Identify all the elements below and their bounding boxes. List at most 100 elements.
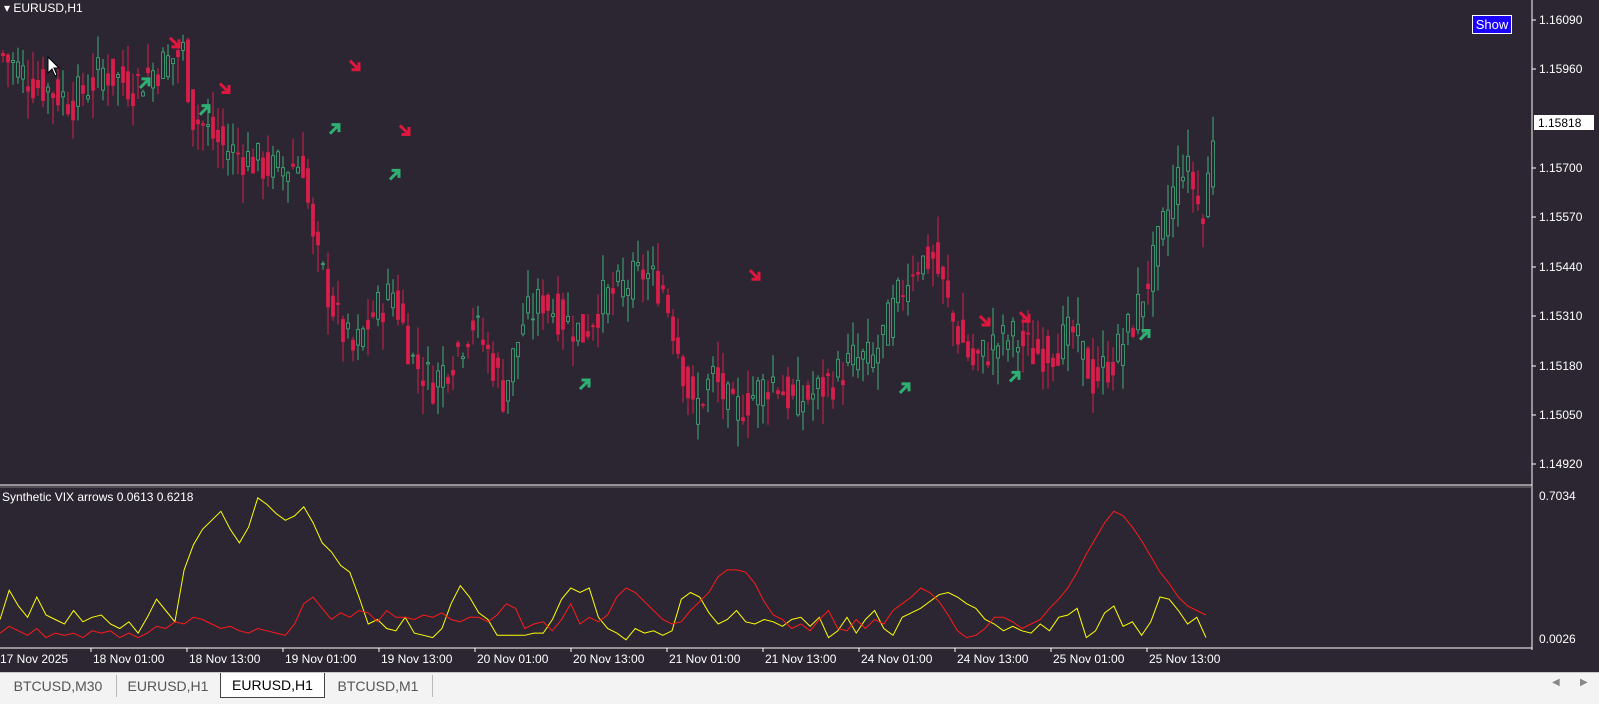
candle xyxy=(946,254,950,308)
price-tick-label: 1.14920 xyxy=(1539,457,1583,471)
candle xyxy=(926,234,930,274)
tab-btcusd-m1[interactable]: BTCUSD,M1 xyxy=(324,675,433,697)
candle-body xyxy=(756,380,760,406)
candle-body xyxy=(301,155,305,178)
candle-body xyxy=(371,312,375,317)
candle-body xyxy=(221,126,225,146)
candle-body xyxy=(986,361,990,366)
scroll-right-icon[interactable]: ▶ xyxy=(1580,677,1588,688)
candle-body xyxy=(461,356,465,360)
candle-body xyxy=(41,69,45,101)
candle-body xyxy=(1011,320,1015,337)
candle-body xyxy=(1061,324,1065,360)
candle-body xyxy=(11,60,15,63)
buy-arrow-icon xyxy=(198,104,211,116)
candle xyxy=(1006,334,1010,362)
time-tick-label: 20 Nov 13:00 xyxy=(573,652,645,666)
tab-eurusd-h1-active[interactable]: EURUSD,H1 xyxy=(220,673,325,698)
candle xyxy=(151,62,155,102)
time-tick-label: 19 Nov 01:00 xyxy=(285,652,357,666)
candle-body xyxy=(821,377,825,397)
candle xyxy=(496,352,500,389)
candle xyxy=(251,148,255,174)
candle-body xyxy=(901,295,905,297)
candle-body xyxy=(626,288,630,296)
candle-body xyxy=(646,273,650,280)
candle xyxy=(801,385,805,431)
candle-body xyxy=(1196,195,1200,205)
candle xyxy=(816,375,820,410)
candle xyxy=(101,58,105,101)
candle-body xyxy=(116,74,120,78)
candle-body xyxy=(151,70,155,89)
candle-body xyxy=(246,151,250,167)
candle xyxy=(966,334,970,362)
vix-red-line xyxy=(0,510,1207,639)
candle xyxy=(421,356,425,414)
candle-body xyxy=(716,367,720,383)
candle-body xyxy=(591,325,595,328)
candle-body xyxy=(906,285,910,302)
tab-eurusd-h1[interactable]: EURUSD,H1 xyxy=(116,675,221,697)
candle-body xyxy=(581,314,585,343)
symbol-title[interactable]: ▾ EURUSD,H1 xyxy=(4,1,83,15)
candle-body xyxy=(1151,245,1155,292)
candle xyxy=(626,279,630,322)
candle-body xyxy=(1126,314,1130,333)
candle-body xyxy=(126,71,130,100)
candle-body xyxy=(171,58,175,64)
candle xyxy=(716,341,720,403)
candle xyxy=(326,252,330,335)
candle xyxy=(466,341,470,359)
candle xyxy=(71,81,75,139)
candle xyxy=(1191,161,1195,213)
candle-body xyxy=(1066,316,1070,346)
candle xyxy=(306,158,310,209)
candle xyxy=(196,104,200,150)
candle-body xyxy=(1191,171,1195,190)
candle-body xyxy=(1031,348,1035,365)
candle-body xyxy=(1106,361,1110,383)
candle-body xyxy=(341,319,345,342)
candle xyxy=(46,82,50,114)
candle xyxy=(36,61,40,96)
candle xyxy=(1196,170,1200,211)
time-tick-label: 25 Nov 13:00 xyxy=(1149,652,1221,666)
candle-body xyxy=(721,373,725,400)
candle-body xyxy=(336,302,340,305)
candle xyxy=(976,348,980,372)
chart-canvas[interactable]: 1.16090 1.15960 1.15700 1.15570 1.15440 1.153… xyxy=(0,0,1599,672)
candle-body xyxy=(216,129,220,143)
candle-body xyxy=(541,295,545,314)
candle xyxy=(1086,345,1090,379)
candle-body xyxy=(296,166,300,174)
show-button[interactable]: Show xyxy=(1472,15,1512,34)
candle xyxy=(521,303,525,337)
candle xyxy=(1106,341,1110,389)
dropdown-triangle-icon[interactable]: ▾ xyxy=(4,1,10,15)
candle-body xyxy=(416,354,420,370)
tab-btcusd-m30[interactable]: BTCUSD,M30 xyxy=(0,675,117,697)
candle-body xyxy=(431,382,435,404)
candle-body xyxy=(671,316,675,341)
candle xyxy=(826,368,830,398)
candle xyxy=(121,49,125,96)
scroll-left-icon[interactable]: ◀ xyxy=(1552,677,1560,688)
candle xyxy=(1096,346,1100,389)
candle-body xyxy=(201,123,205,126)
candle-body xyxy=(471,320,475,331)
candle-body xyxy=(441,365,445,388)
candle xyxy=(676,318,680,359)
candle xyxy=(551,298,555,324)
candle-body xyxy=(656,270,660,304)
indicator-title: Synthetic VIX arrows 0.0613 0.6218 xyxy=(2,490,194,504)
time-tick-label: 20 Nov 01:00 xyxy=(477,652,549,666)
time-tick-label: 18 Nov 13:00 xyxy=(189,652,261,666)
candle-body xyxy=(26,86,30,92)
candle-body xyxy=(686,367,690,399)
candle xyxy=(406,313,410,365)
candle-body xyxy=(306,168,310,203)
candle-body xyxy=(346,322,350,330)
candle-body xyxy=(881,325,885,335)
candle-body xyxy=(1006,340,1010,350)
